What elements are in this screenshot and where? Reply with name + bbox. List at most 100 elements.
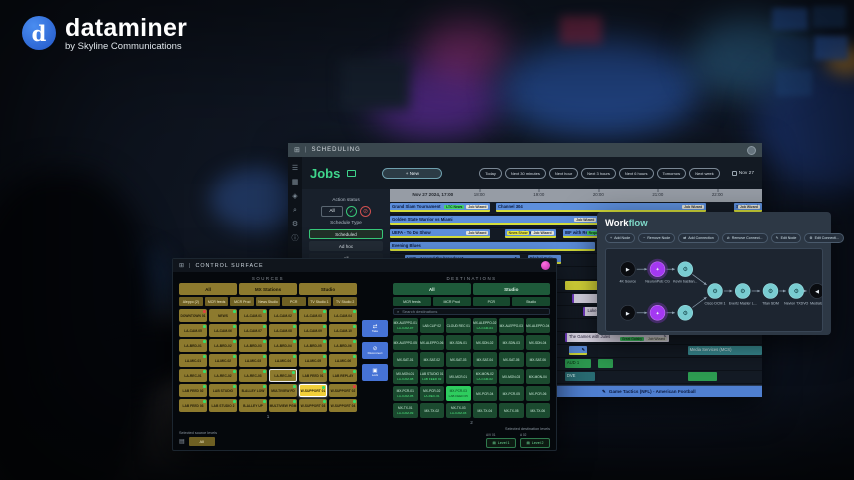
destination-button[interactable]: MX-TX-02 xyxy=(420,403,445,418)
destination-button[interactable]: MX-ALEPPO-05 xyxy=(393,335,418,350)
destination-button[interactable]: MX-MON-04 xyxy=(526,369,551,384)
job-bar[interactable]: Channel 304✎Job Wizard xyxy=(496,203,706,212)
workflow-node-neuronpoe-cg[interactable]: ✦NeuronPoE CG xyxy=(645,259,670,284)
source-button[interactable]: LA-CAM-03 xyxy=(299,309,327,322)
source-button[interactable]: LA-CAM-05 xyxy=(179,324,207,337)
destinations-tab-studio[interactable]: Studio xyxy=(473,283,551,295)
source-button[interactable]: LAB FEED 01 xyxy=(299,369,327,382)
destination-button[interactable]: MX-SAT-06 xyxy=(526,352,551,367)
job-bar[interactable]: AUD 1 xyxy=(565,359,591,368)
destinations-filter-mcr-feeds[interactable]: MCR feeds xyxy=(393,297,431,306)
source-button[interactable]: LA-BRD-02 xyxy=(209,339,237,352)
workflow-remove-connect--button[interactable]: ⊘Remove Connect... xyxy=(722,233,768,243)
time-filter-pill[interactable]: Today xyxy=(479,168,502,179)
source-button[interactable]: NEWS xyxy=(209,309,237,322)
action-status-all-button[interactable]: All xyxy=(321,206,343,217)
destination-button[interactable]: MX-PCR-04 xyxy=(473,386,498,401)
settings-icon[interactable]: ⚙ xyxy=(292,221,298,228)
source-button[interactable]: LA-BRD-05 xyxy=(299,339,327,352)
destination-level-button[interactable]: ▤Level 2 xyxy=(520,438,550,448)
destination-button[interactable]: MX-ALEPPO-01LA-CAM-07 xyxy=(393,318,418,333)
destination-button[interactable]: MX-TX-01LA-CAM-09 xyxy=(393,403,418,418)
destination-button[interactable]: MX-TX-06 xyxy=(526,403,551,418)
sources-filter-mcr-prod[interactable]: MCR Prod xyxy=(230,297,254,306)
workflow-node-source[interactable]: ▶ xyxy=(620,305,635,320)
destination-button[interactable]: MX-TX-03LA-CAM-03 xyxy=(446,403,471,418)
destinations-filter-pcr[interactable]: PCR xyxy=(473,297,511,306)
workflow-node-titan-sdm[interactable]: ⚙Titan SDM xyxy=(762,284,779,306)
job-bar[interactable] xyxy=(598,359,613,368)
source-button[interactable]: LA-CAM-08 xyxy=(269,324,297,337)
job-bar[interactable]: Sneak Peek✎Job Wizard xyxy=(734,203,762,212)
destination-button[interactable]: MX-TX-04 xyxy=(473,403,498,418)
destination-button[interactable]: MX-PCR-03LAB FEED 05 xyxy=(446,386,471,401)
time-filter-pill[interactable]: Next week xyxy=(689,168,720,179)
workflow-edit-node-button[interactable]: ✎Edit Node xyxy=(771,233,802,243)
destination-button[interactable]: MX-SAT-05 xyxy=(499,352,524,367)
checkbox-icon[interactable] xyxy=(732,171,737,176)
job-bar[interactable]: Golden State Warrior vs Miami✎Job Wizard xyxy=(390,216,598,225)
destination-button[interactable]: MX-SAT-02 xyxy=(420,352,445,367)
sources-filter-mcr-feeds[interactable]: MCR feeds xyxy=(205,297,229,306)
destination-button[interactable]: MX-PCR-01LA-CAM-05 xyxy=(393,386,418,401)
source-button[interactable]: MULTIVIEW FD xyxy=(269,384,297,397)
destination-button[interactable]: MX-SDN-02 xyxy=(473,335,498,350)
source-button[interactable]: B-ALLEY LOW xyxy=(239,384,267,397)
destination-button[interactable]: MX-SDN-01 xyxy=(446,335,471,350)
date-checkbox[interactable]: Nov 27 xyxy=(732,171,754,176)
pencil-icon[interactable]: ✎ xyxy=(582,347,586,352)
job-bar[interactable]: DVE xyxy=(565,372,595,381)
sources-tab-all[interactable]: All xyxy=(179,283,237,295)
destination-button[interactable]: MX-SAT-01 xyxy=(393,352,418,367)
source-button[interactable]: LAB STUDIO 2 xyxy=(209,399,237,412)
apps-grid-icon[interactable]: ⊞ xyxy=(294,146,301,154)
source-button[interactable]: LA-BRD-03 xyxy=(239,339,267,352)
take-button[interactable]: ⇄Take xyxy=(362,320,388,337)
source-button[interactable]: LA-CAM-07 xyxy=(239,324,267,337)
workflow-edit-connecti--button[interactable]: ⚙Edit Connecti... xyxy=(804,233,844,243)
destination-button[interactable]: MX-PCR-02LA-REC-01 xyxy=(420,386,445,401)
time-filter-pill[interactable]: Tomorrow xyxy=(657,168,687,179)
destination-button[interactable]: MX-PCR-05 xyxy=(499,386,524,401)
workflow-node-device[interactable]: ⚙ xyxy=(678,305,693,320)
sources-filter-tv-studio-2[interactable]: TV Studio 2 xyxy=(333,297,357,306)
sources-tab-studio[interactable]: Studio xyxy=(299,283,357,295)
destination-button[interactable]: MX-SAT-04 xyxy=(473,352,498,367)
source-button[interactable]: LA-CAM-02 xyxy=(269,309,297,322)
source-button[interactable]: W-SUPPORT 04 xyxy=(329,399,357,412)
destination-button[interactable]: MX-SAT-03 xyxy=(446,352,471,367)
sources-filter-aleppo-2-[interactable]: Aleppo (2) xyxy=(179,297,203,306)
source-button[interactable]: LAB REPLAY xyxy=(329,369,357,382)
sources-filter-pcr[interactable]: PCR xyxy=(282,297,306,306)
source-button[interactable]: LA-REC-02 xyxy=(209,369,237,382)
lock-button[interactable]: ▣Lock xyxy=(362,364,388,381)
source-button[interactable]: DOWNTOWN 01 xyxy=(179,309,207,322)
sources-page-indicator[interactable]: 1 xyxy=(179,414,357,419)
source-button[interactable]: LA-BRD-01 xyxy=(179,339,207,352)
destination-button[interactable]: MX-SDN-04 xyxy=(526,335,551,350)
job-bar[interactable]: Grand Slam Tournament✎LTC NewsJob Wizard xyxy=(390,203,490,212)
action-status-blocked-icon[interactable]: ⊘ xyxy=(360,206,371,217)
time-filter-pill[interactable]: Next 3 hours xyxy=(581,168,616,179)
destination-button[interactable]: MX-TX-05 xyxy=(499,403,524,418)
calendar-icon[interactable]: ▦ xyxy=(292,179,299,186)
workflow-node-processor[interactable]: ✦ xyxy=(647,302,668,323)
destination-button[interactable]: MX-ALEPPO-03 xyxy=(499,318,524,333)
destination-search-input[interactable]: ⌕ Search destinations xyxy=(393,308,550,315)
schedule-type-scheduled[interactable]: Scheduled xyxy=(309,229,383,239)
source-button[interactable]: LA-REC-03 xyxy=(239,369,267,382)
source-button[interactable]: LA-MIC-01 xyxy=(179,354,207,367)
apps-grid-icon[interactable]: ⊞ xyxy=(179,262,185,269)
destinations-tab-all[interactable]: All xyxy=(393,283,471,295)
time-filter-pill[interactable]: Next hour xyxy=(549,168,578,179)
destination-level-button[interactable]: ▤Level 1 xyxy=(486,438,516,448)
source-button[interactable]: LA-REC-04 xyxy=(269,369,297,382)
destination-button[interactable]: LAB CLIP 02 xyxy=(420,318,445,333)
job-bar[interactable]: Queen of News✎News ShowJob Wizard xyxy=(505,229,555,238)
source-button[interactable]: W-SUPPORT 01 xyxy=(299,384,327,397)
user-avatar[interactable] xyxy=(747,146,756,155)
destinations-filter-studio[interactable]: Studio xyxy=(512,297,550,306)
menu-icon[interactable]: ☰ xyxy=(292,165,298,172)
destination-button[interactable]: CLOUD REC 01 xyxy=(446,318,471,333)
destination-button[interactable]: MX-MCR-01 xyxy=(446,369,471,384)
